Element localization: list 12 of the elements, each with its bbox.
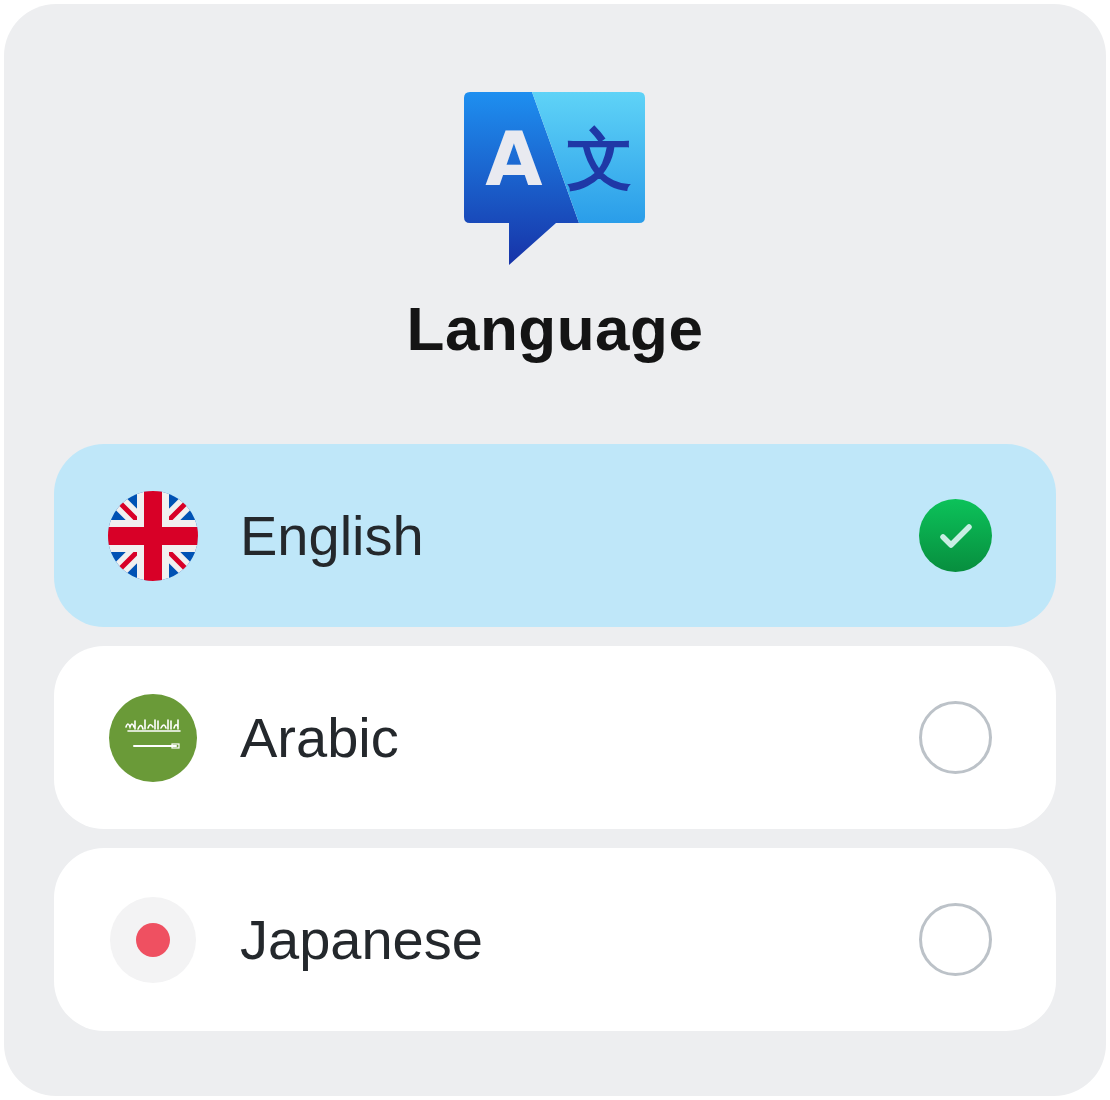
logo-letter: A [485,116,543,202]
radio-icon [919,903,992,977]
page-title: Language [406,293,704,365]
flag-icon [108,894,198,985]
language-option[interactable]: English [54,444,1056,628]
flag-icon [108,692,198,783]
radio-icon [919,701,992,775]
logo-character: 文 [567,121,633,198]
speech-bubble-icon [464,92,645,265]
check-icon [919,499,992,573]
language-option[interactable]: Arabic [54,646,1056,830]
language-option[interactable]: Japanese [54,848,1056,1032]
